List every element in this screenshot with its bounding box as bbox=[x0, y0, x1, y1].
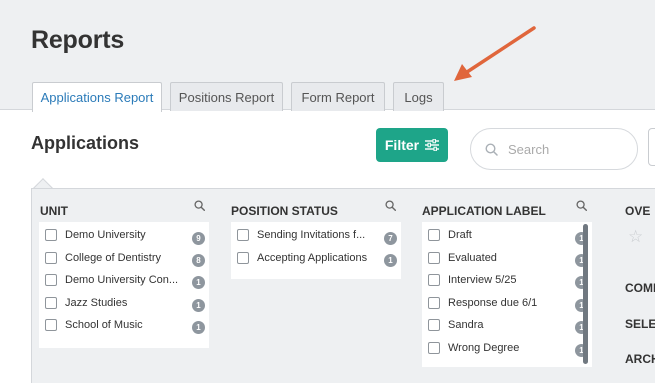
overall-column-title: OVE bbox=[625, 204, 651, 218]
checkbox[interactable] bbox=[428, 319, 440, 331]
checkbox[interactable] bbox=[237, 229, 249, 241]
checkbox[interactable] bbox=[428, 274, 440, 286]
checkbox[interactable] bbox=[428, 229, 440, 241]
tab-positions-report[interactable]: Positions Report bbox=[170, 82, 283, 111]
checkbox[interactable] bbox=[45, 252, 57, 264]
checkbox[interactable] bbox=[45, 319, 57, 331]
list-item[interactable]: Demo University bbox=[45, 226, 146, 244]
comments-column-title: COMI bbox=[625, 281, 655, 295]
position-status-column-title: POSITION STATUS bbox=[231, 204, 338, 218]
count-badge: 1 bbox=[192, 299, 205, 312]
tab-applications-report[interactable]: Applications Report bbox=[32, 82, 162, 112]
search-icon[interactable] bbox=[385, 200, 396, 211]
application-label-list: Draft 1 Evaluated 1 Interview 5/25 1 Res… bbox=[422, 222, 592, 367]
search-input[interactable] bbox=[508, 141, 618, 157]
checkbox[interactable] bbox=[237, 252, 249, 264]
checkbox[interactable] bbox=[45, 297, 57, 309]
search-icon[interactable] bbox=[194, 200, 205, 211]
list-item[interactable]: Sandra bbox=[428, 316, 483, 334]
search-box[interactable] bbox=[470, 128, 638, 170]
checkbox[interactable] bbox=[428, 252, 440, 264]
count-badge: 1 bbox=[192, 321, 205, 334]
filter-panel: UNIT Demo University 9 College of Dentis… bbox=[31, 188, 655, 383]
archive-column-title: ARCH bbox=[625, 352, 655, 366]
unit-list: Demo University 9 College of Dentistry 8… bbox=[39, 222, 209, 348]
list-item[interactable]: Interview 5/25 bbox=[428, 271, 516, 289]
application-label-column-title: APPLICATION LABEL bbox=[422, 204, 546, 218]
list-item[interactable]: Demo University Con... bbox=[45, 271, 178, 289]
checkbox[interactable] bbox=[428, 297, 440, 309]
list-item[interactable]: Sending Invitations f... bbox=[237, 226, 365, 244]
filter-button-label: Filter bbox=[384, 137, 420, 153]
list-item[interactable]: School of Music bbox=[45, 316, 143, 334]
list-item[interactable]: Draft bbox=[428, 226, 472, 244]
list-item[interactable]: College of Dentistry bbox=[45, 249, 161, 267]
tab-logs[interactable]: Logs bbox=[393, 82, 444, 111]
list-item[interactable]: Accepting Applications bbox=[237, 249, 367, 267]
scrollbar[interactable] bbox=[583, 224, 588, 364]
page-title: Reports bbox=[31, 26, 125, 54]
count-badge: 1 bbox=[192, 276, 205, 289]
sliders-icon bbox=[425, 139, 440, 151]
unit-column-title: UNIT bbox=[40, 204, 68, 218]
count-badge: 8 bbox=[192, 254, 205, 267]
options-button[interactable] bbox=[648, 128, 655, 166]
list-item[interactable]: Evaluated bbox=[428, 249, 497, 267]
tab-form-report[interactable]: Form Report bbox=[291, 82, 385, 111]
select-column-title: SELE bbox=[625, 317, 655, 331]
list-item[interactable]: Jazz Studies bbox=[45, 294, 127, 312]
section-title: Applications bbox=[31, 133, 140, 153]
list-item[interactable]: Wrong Degree bbox=[428, 339, 519, 357]
position-status-list: Sending Invitations f... 7 Accepting App… bbox=[231, 222, 401, 279]
search-icon bbox=[485, 142, 498, 156]
count-badge: 1 bbox=[384, 254, 397, 267]
checkbox[interactable] bbox=[45, 274, 57, 286]
checkbox[interactable] bbox=[45, 229, 57, 241]
star-icon[interactable]: ☆ bbox=[628, 227, 643, 247]
count-badge: 7 bbox=[384, 232, 397, 245]
search-icon[interactable] bbox=[576, 200, 587, 211]
count-badge: 9 bbox=[192, 232, 205, 245]
filter-button[interactable]: Filter bbox=[376, 128, 448, 162]
list-item[interactable]: Response due 6/1 bbox=[428, 294, 537, 312]
checkbox[interactable] bbox=[428, 342, 440, 354]
annotation-arrow-icon bbox=[454, 26, 536, 81]
